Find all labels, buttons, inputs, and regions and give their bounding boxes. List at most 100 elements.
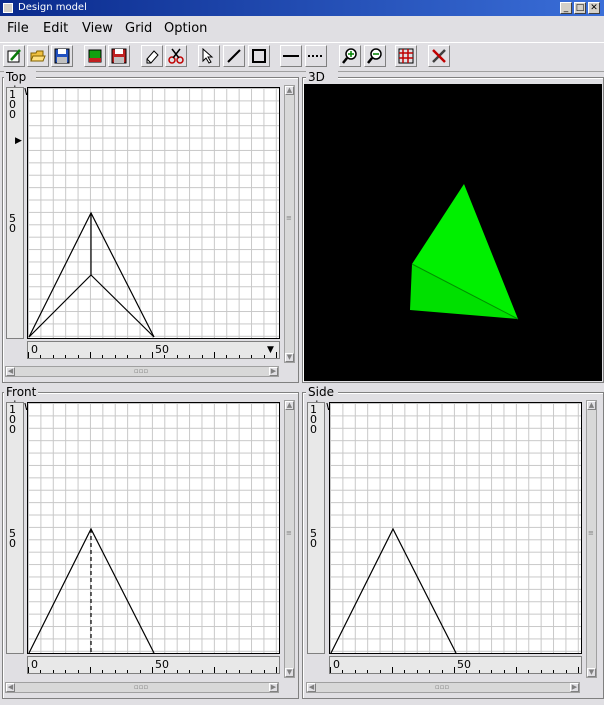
ruler-tick (77, 355, 79, 358)
ruler-tick (201, 355, 203, 358)
ruler-tick (114, 670, 116, 673)
ruler-tick (330, 667, 331, 673)
ruler-tick (28, 352, 29, 358)
solid-line-icon (283, 55, 299, 57)
horizontal-scrollbar[interactable]: ◀ ▫▫▫ ▶ (5, 366, 279, 377)
3d-model (410, 184, 519, 320)
scroll-down-arrow[interactable]: ▼ (587, 668, 596, 677)
ruler-tick (565, 670, 567, 673)
ruler-tick (540, 670, 542, 673)
ruler-tick (441, 670, 443, 673)
close-button[interactable]: ✕ (588, 2, 600, 14)
zoom-out-button[interactable] (364, 45, 386, 67)
scissors-icon (168, 48, 184, 64)
zoom-in-icon (342, 48, 357, 64)
ruler-tick (65, 670, 67, 673)
ruler-tick (52, 670, 54, 673)
minimize-button[interactable]: _ (560, 2, 572, 14)
scroll-grip[interactable]: ▫▫▫ (435, 683, 449, 691)
ruler-dropdown-icon[interactable]: ▼ (267, 345, 274, 355)
scroll-right-arrow[interactable]: ▶ (269, 367, 278, 376)
ruler-tick (189, 355, 191, 358)
scroll-right-arrow[interactable]: ▶ (269, 683, 278, 692)
ruler-tick (127, 355, 129, 358)
scroll-up-arrow[interactable]: ▲ (587, 401, 596, 410)
select-button[interactable] (198, 45, 220, 67)
window-title: Design model (18, 2, 87, 13)
scroll-grip[interactable]: ≡ (286, 214, 292, 222)
folder-open-icon (30, 50, 46, 62)
ruler-tick (354, 670, 356, 673)
scroll-up-arrow[interactable]: ▲ (285, 401, 294, 410)
maximize-button[interactable]: □ (574, 2, 586, 14)
horizontal-ruler: 0 50 (27, 656, 280, 674)
zoom-in-button[interactable] (339, 45, 361, 67)
front-view-canvas[interactable] (27, 402, 280, 654)
scroll-grip[interactable]: ≡ (588, 529, 594, 537)
ruler-tick (404, 670, 406, 673)
scroll-right-arrow[interactable]: ▶ (570, 683, 579, 692)
ruler-tick (40, 355, 42, 358)
ruler-tick (578, 667, 579, 673)
menu-bar: File Edit View Grid Option (0, 18, 604, 40)
ruler-tick (214, 352, 215, 358)
dashed-line-button[interactable] (305, 45, 327, 67)
scroll-grip[interactable]: ≡ (286, 529, 292, 537)
horizontal-scrollbar[interactable]: ◀ ▫▫▫ ▶ (5, 682, 279, 693)
scroll-left-arrow[interactable]: ◀ (307, 683, 316, 692)
export-button[interactable] (84, 45, 106, 67)
side-view-canvas[interactable] (329, 402, 582, 654)
ruler-tick (139, 670, 141, 673)
horizontal-scrollbar[interactable]: ◀ ▫▫▫ ▶ (306, 682, 580, 693)
pencil-icon (7, 49, 21, 63)
scroll-left-arrow[interactable]: ◀ (6, 683, 15, 692)
top-view-canvas[interactable] (27, 87, 280, 339)
scroll-left-arrow[interactable]: ◀ (6, 367, 15, 376)
toolbar (0, 42, 604, 72)
ruler-tick (164, 670, 166, 673)
arrow-cursor-icon (202, 48, 214, 64)
ruler-tick (466, 670, 468, 673)
ruler-tick (189, 670, 191, 673)
menu-edit[interactable]: Edit (43, 21, 68, 36)
menu-view[interactable]: View (82, 21, 113, 36)
floppy-red-icon (111, 48, 127, 64)
ruler-tick (52, 355, 54, 358)
ruler-tick (251, 355, 253, 358)
scroll-down-arrow[interactable]: ▼ (285, 668, 294, 677)
ruler-tick (90, 667, 91, 673)
new-button[interactable] (3, 45, 25, 67)
scroll-grip[interactable]: ▫▫▫ (134, 367, 148, 375)
ruler-tick (164, 355, 166, 358)
save-button[interactable] (51, 45, 73, 67)
solid-line-button[interactable] (280, 45, 302, 67)
open-button[interactable] (27, 45, 49, 67)
3d-viewport[interactable] (304, 84, 602, 381)
ruler-tick (176, 670, 178, 673)
ruler-tick (392, 667, 393, 673)
menu-grid[interactable]: Grid (125, 21, 152, 36)
grid-button[interactable] (395, 45, 417, 67)
vertical-scrollbar[interactable]: ▲ ≡ ▼ (284, 85, 295, 363)
scroll-grip[interactable]: ▫▫▫ (134, 683, 148, 691)
menu-file[interactable]: File (7, 21, 29, 36)
cut-button[interactable] (165, 45, 187, 67)
grid-icon (398, 48, 414, 64)
ruler-tick (226, 670, 228, 673)
scroll-down-arrow[interactable]: ▼ (285, 353, 294, 362)
rectangle-tool-button[interactable] (248, 45, 270, 67)
vertical-scrollbar[interactable]: ▲ ≡ ▼ (284, 400, 295, 678)
horizontal-ruler: 0 50 ▼ (27, 341, 280, 359)
ruler-tick (201, 670, 203, 673)
ruler-tick (367, 670, 369, 673)
eraser-button[interactable] (141, 45, 163, 67)
system-menu-icon[interactable] (3, 3, 13, 13)
ruler-tick (251, 670, 253, 673)
menu-option[interactable]: Option (164, 21, 207, 36)
tools-button[interactable] (428, 45, 450, 67)
save-as-button[interactable] (108, 45, 130, 67)
dashed-line-icon (308, 55, 324, 57)
line-tool-button[interactable] (223, 45, 245, 67)
scroll-up-arrow[interactable]: ▲ (285, 86, 294, 95)
vertical-scrollbar[interactable]: ▲ ≡ ▼ (586, 400, 597, 678)
